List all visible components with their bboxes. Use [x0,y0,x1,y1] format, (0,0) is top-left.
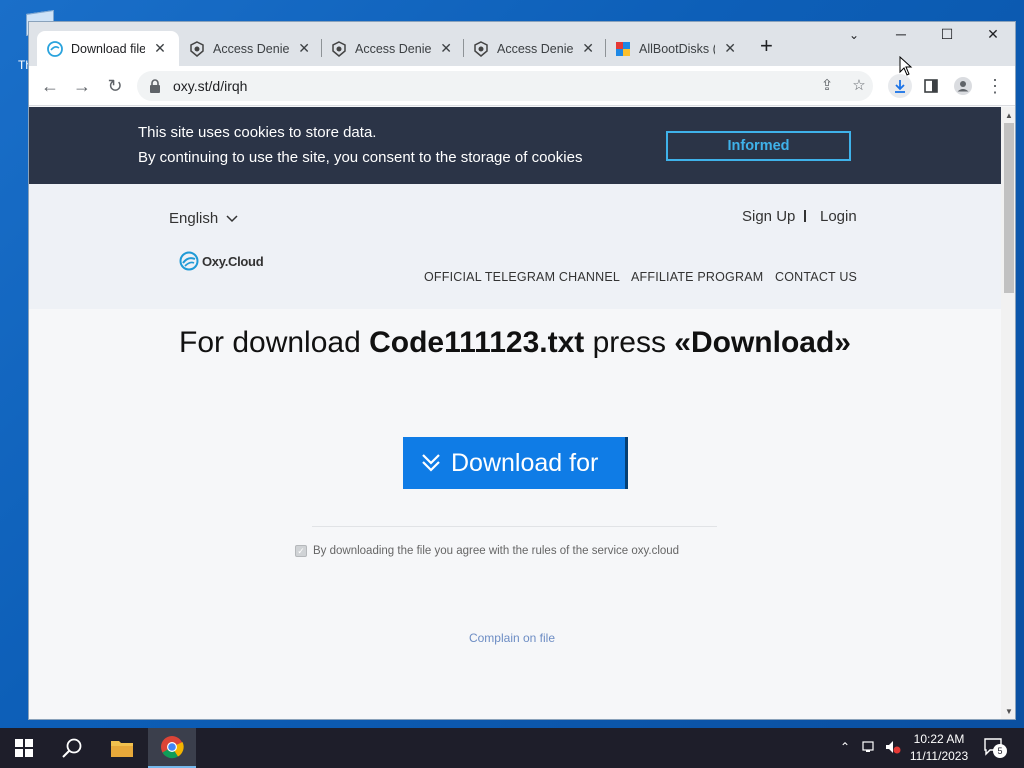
downloads-button[interactable] [888,74,912,98]
volume-muted-icon[interactable] [885,740,901,757]
download-button-label: Download for [451,448,599,477]
double-chevron-down-icon [422,454,440,472]
logo-text: Oxy.Cloud [202,253,264,269]
browser-window: Download file ✕ Access Denied ✕ Access D… [28,21,1016,720]
notifications-button[interactable]: 5 [984,738,1007,758]
nav-telegram-channel[interactable]: OFFICIAL TELEGRAM CHANNEL [424,270,620,284]
tab-close-icon[interactable]: ✕ [723,40,737,57]
download-button[interactable]: Download for [403,437,628,489]
maximize-button[interactable]: ☐ [937,26,957,43]
tab-strip: Download file ✕ Access Denied ✕ Access D… [29,22,1015,66]
headline-prefix: For download [179,326,370,359]
site-header: English Sign Up Login Oxy.Cloud OFFICIAL… [29,184,1001,309]
lock-icon[interactable] [149,79,161,93]
allbootdisks-favicon-icon [615,41,631,57]
minimize-button[interactable]: ─ [891,26,911,42]
system-clock[interactable]: 10:22 AM 11/11/2023 [906,731,972,765]
windows-logo-icon [15,739,33,757]
agreement-checkbox[interactable]: ✓ [295,545,307,557]
share-icon[interactable]: ⇪ [817,77,837,95]
scrollbar-thumb[interactable] [1004,123,1014,293]
close-window-button[interactable]: ✕ [983,26,1003,43]
network-icon[interactable] [862,740,878,757]
profile-avatar-icon [954,77,972,95]
tab-close-icon[interactable]: ✕ [439,40,453,57]
tab-access-denied-2[interactable]: Access Denied ✕ [321,31,463,66]
tab-access-denied-3[interactable]: Access Denied ✕ [463,31,605,66]
tab-download-file[interactable]: Download file ✕ [37,31,179,66]
tray-chevron-up-icon[interactable]: ⌃ [840,740,850,754]
nav-contact-us[interactable]: CONTACT US [775,270,857,284]
address-bar[interactable]: oxy.st/d/irqh ⇪ ☆ [137,71,873,101]
side-panel-button[interactable] [919,74,943,98]
browser-toolbar: ← → ↻ oxy.st/d/irqh ⇪ ☆ ⋮ [29,66,1015,106]
tab-close-icon[interactable]: ✕ [297,40,311,57]
tab-title: Access Denied [497,41,574,56]
browser-menu-button[interactable]: ⋮ [983,74,1007,98]
clock-date: 11/11/2023 [909,749,969,763]
content-divider [312,526,717,527]
denied-favicon-icon [331,40,347,57]
chrome-taskbar-button[interactable] [148,728,196,768]
bookmark-star-icon[interactable]: ☆ [849,77,869,95]
tab-access-denied-1[interactable]: Access Denied ✕ [179,31,321,66]
tab-search-chevron-icon[interactable]: ⌄ [849,28,859,42]
denied-favicon-icon [473,40,489,57]
denied-favicon-icon [189,40,205,57]
login-link[interactable]: Login [820,208,857,225]
language-label: English [169,210,219,227]
file-name: Code111123.txt [369,326,585,359]
reload-button[interactable]: ↻ [103,74,127,98]
clock-time: 10:22 AM [913,732,965,746]
tab-allbootdisks[interactable]: AllBootDisks (C ✕ [605,31,747,66]
chevron-down-icon [226,214,238,222]
page-viewport: This site uses cookies to store data. By… [29,107,1001,719]
mouse-cursor-icon [899,56,913,76]
tab-title: Access Denied [213,41,290,56]
start-button[interactable] [0,728,48,768]
cookie-banner: This site uses cookies to store data. By… [29,107,1001,184]
oxy-cloud-favicon-icon [47,40,63,57]
side-panel-icon [924,79,938,93]
oxy-cloud-logo-icon [179,251,199,271]
scroll-up-arrow-icon[interactable]: ▲ [1005,111,1013,120]
headline-mid: press [584,326,675,359]
chrome-icon [161,736,184,759]
back-button[interactable]: ← [38,74,62,98]
tab-close-icon[interactable]: ✕ [153,40,167,57]
agreement-row: ✓ By downloading the file you agree with… [295,545,679,557]
profile-button[interactable] [951,74,975,98]
new-tab-button[interactable]: + [760,35,773,57]
tab-close-icon[interactable]: ✕ [581,40,595,57]
agreement-text: By downloading the file you agree with t… [313,545,680,557]
cookie-text-line2: By continuing to use the site, you conse… [138,149,583,166]
tab-title: Download file [71,41,145,56]
site-logo[interactable]: Oxy.Cloud [179,251,264,271]
nav-affiliate-program[interactable]: AFFILIATE PROGRAM [631,270,763,284]
tab-title: AllBootDisks (C [639,41,715,56]
tab-title: Access Denied [355,41,432,56]
url-text: oxy.st/d/irqh [173,78,248,94]
cookie-text-line1: This site uses cookies to store data. [138,124,377,141]
informed-button[interactable]: Informed [666,131,851,161]
scroll-down-arrow-icon[interactable]: ▼ [1005,707,1013,716]
search-button[interactable] [48,728,96,768]
notification-count-badge: 5 [993,744,1007,758]
page-scrollbar[interactable]: ▲ ▼ [1001,107,1015,719]
download-headline: For download Code111123.txt press «Downl… [29,326,1001,360]
language-selector[interactable]: English [169,210,238,227]
headline-action: «Download» [674,326,851,359]
signup-link[interactable]: Sign Up [742,208,795,225]
header-divider [804,210,806,222]
forward-button[interactable]: → [70,74,94,98]
complain-link[interactable]: Complain on file [469,631,555,645]
taskbar: ⌃ 10:22 AM 11/11/2023 5 [0,728,1024,768]
download-arrow-icon [895,80,905,93]
folder-icon [111,741,133,757]
search-icon [62,738,82,758]
file-explorer-button[interactable] [98,728,146,768]
